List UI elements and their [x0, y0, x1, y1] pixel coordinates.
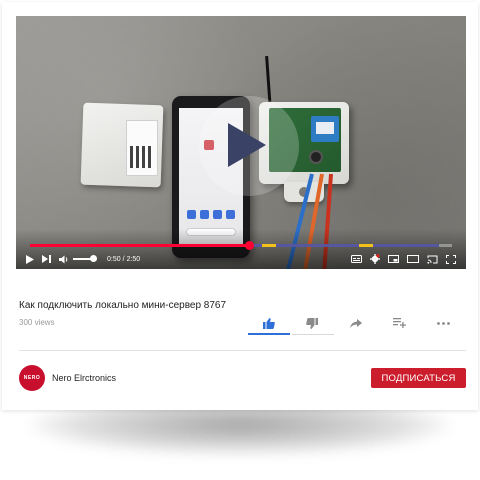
share-button[interactable] — [335, 311, 377, 335]
progress-buffered — [249, 244, 440, 247]
next-icon[interactable] — [42, 252, 51, 266]
time-separator: / — [122, 255, 125, 263]
avatar-logo-text: NERO — [23, 375, 41, 381]
volume-slider[interactable] — [73, 255, 98, 262]
dislike-icon — [306, 317, 319, 329]
section-divider — [19, 350, 466, 351]
view-count: 300 views — [19, 318, 55, 327]
subscribe-button[interactable]: ПОДПИСАТЬСЯ — [371, 368, 466, 388]
volume-knob[interactable] — [90, 255, 98, 262]
time-readout: 0:50/2:50 — [107, 256, 140, 263]
more-button[interactable] — [422, 311, 464, 335]
video-card: 0:50/2:50 Как подключить локально мини-с… — [2, 2, 478, 410]
phone-dock-image — [187, 210, 237, 220]
qr-code-image — [130, 146, 152, 168]
video-player[interactable]: 0:50/2:50 — [16, 16, 466, 269]
progress-bar[interactable] — [30, 241, 452, 250]
fullscreen-icon[interactable] — [446, 252, 456, 266]
progress-played — [30, 244, 250, 247]
like-icon — [262, 317, 275, 329]
volume-icon[interactable] — [59, 252, 69, 266]
theater-icon[interactable] — [407, 252, 419, 266]
settings-icon[interactable] — [370, 252, 380, 266]
share-icon — [349, 318, 362, 328]
miniplayer-icon[interactable] — [388, 252, 399, 266]
video-title[interactable]: Как подключить локально мини-сервер 8767 — [19, 300, 226, 311]
duration: 2:50 — [126, 255, 141, 263]
like-button[interactable] — [248, 311, 290, 335]
save-to-playlist-button[interactable] — [379, 311, 421, 335]
chapter-marker — [262, 244, 277, 247]
cast-icon[interactable] — [427, 252, 438, 266]
save-to-playlist-icon — [393, 318, 407, 328]
chapter-marker — [359, 244, 374, 247]
subtitles-icon[interactable] — [351, 252, 362, 266]
player-controls: 0:50/2:50 — [26, 252, 456, 266]
channel-name[interactable]: Nero Elrctronics — [52, 373, 116, 383]
dislike-button[interactable] — [291, 311, 334, 335]
channel-avatar[interactable]: NERO — [19, 365, 45, 391]
dislike-underline — [291, 334, 334, 335]
video-actions — [248, 311, 466, 335]
current-time: 0:50 — [107, 255, 121, 263]
play-icon[interactable] — [26, 252, 34, 266]
more-icon — [436, 321, 450, 325]
capacitor-image — [309, 150, 323, 164]
big-play-icon[interactable] — [228, 123, 266, 167]
relay-label-image — [316, 122, 334, 134]
